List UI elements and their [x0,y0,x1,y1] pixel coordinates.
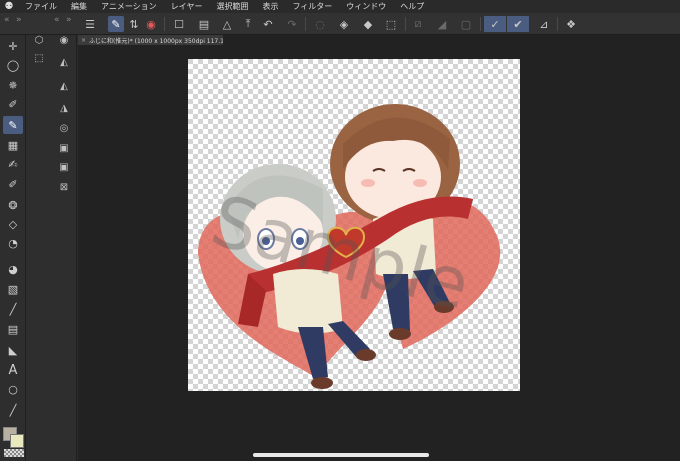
layer-mode-icon[interactable]: ✎ [108,16,124,32]
close-tab-icon[interactable]: × [81,37,86,44]
snap-grid-icon[interactable]: ⊿ [536,16,552,32]
gradient-tool-icon[interactable]: ▧ [3,280,23,298]
redo-icon[interactable]: ↷ [284,16,300,32]
undo-icon[interactable]: ↶ [260,16,276,32]
home-indicator [253,453,429,457]
move-tool-icon[interactable]: ✛ [3,37,23,55]
line-tool-icon[interactable]: ╱ [3,300,23,318]
pattern-tool-icon[interactable]: ▦ [3,136,23,154]
app-logo-icon[interactable]: ⚉ [0,1,18,12]
correction-tool-icon[interactable]: ╱ [3,401,23,419]
quick-mask-icon[interactable]: ▢ [458,16,474,32]
canvas-area[interactable]: × ふじに和(推元)* (1000 x 1000px 350dpi 117.1%… [78,35,680,461]
magic-wand-tool-icon[interactable]: ✵ [3,76,23,94]
collapse-sub-icon[interactable]: « [54,15,60,25]
expand-sub-icon[interactable]: » [66,15,72,25]
layers-icon[interactable]: ⬚ [30,49,48,67]
new-icon[interactable]: ☐ [171,16,187,32]
upload-icon[interactable]: ⤒ [240,16,256,32]
airbrush-tool-icon[interactable]: ❂ [3,196,23,214]
sub-color-swatch[interactable] [10,434,24,448]
menu-icon[interactable]: ☰ [82,16,98,32]
menubar: ⚉ ファイル 編集 アニメーション レイヤー 選択範囲 表示 フィルター ウィン… [0,0,680,13]
canvas-artwork[interactable]: Sample [188,59,520,391]
expand-right-icon[interactable]: » [16,15,22,25]
transparent-color-swatch[interactable] [4,449,24,457]
document-tab[interactable]: × ふじに和(推元)* (1000 x 1000px 350dpi 117.1%… [78,35,223,45]
balloon-tool-icon[interactable]: ○ [3,380,23,398]
spinner-icon[interactable]: ⇅ [126,16,142,32]
crop-icon[interactable]: ⊠ [55,178,73,196]
tile-b-icon[interactable]: ▣ [55,158,73,176]
tile-a-icon[interactable]: ▣ [55,139,73,157]
open-icon[interactable]: ▤ [196,16,212,32]
circle-tool-icon[interactable]: ◎ [55,119,73,137]
gradient-c-icon[interactable]: ◮ [55,99,73,117]
decorate-tool-icon[interactable]: ✐ [3,175,23,193]
fill-tool-icon[interactable]: ◕ [3,260,23,278]
sub-tool-palette: ⬡ ◉ ⬚ ◭ ◭ ◮ ◎ ▣ ▣ ⊠ [26,35,77,461]
frame-tool-icon[interactable]: ▤ [3,320,23,338]
command-bar: « » « » ☰ ✎ ⇅ ◉ ☐ ▤ △ ⤒ ↶ ↷ ◌ ◈ ◆ ⬚ ⧄ ◢ … [0,13,680,35]
menu-window[interactable]: ウィンドウ [339,1,393,12]
menu-animation[interactable]: アニメーション [94,1,164,12]
collapse-left-icon[interactable]: « [4,15,10,25]
menu-edit[interactable]: 編集 [64,1,94,12]
blend-tool-icon[interactable]: ◔ [3,234,23,252]
snap-ruler-icon[interactable]: ✓ [484,16,506,32]
record-icon[interactable]: ◉ [143,16,159,32]
tool-palette: ✛ ◯ ✵ ✐ ✎ ▦ ✍ ✐ ❂ ◇ ◔ ◕ ▧ ╱ ▤ ◣ A ○ ╱ [0,35,26,461]
select-all-icon[interactable]: ⬚ [383,16,399,32]
text-tool-icon[interactable]: A [3,361,23,379]
menu-view[interactable]: 表示 [255,1,285,12]
menu-file[interactable]: ファイル [18,1,64,12]
menu-filter[interactable]: フィルター [285,1,339,12]
menu-help[interactable]: ヘルプ [393,1,431,12]
quick-access-icon[interactable]: ❖ [563,16,579,32]
lasso-tool-icon[interactable]: ◯ [3,56,23,74]
invert-icon[interactable]: ⧄ [410,16,426,32]
view-eye-icon[interactable]: ◉ [55,31,73,49]
transform-icon[interactable]: ◆ [360,16,376,32]
pen-tool-icon[interactable]: ✎ [3,116,23,134]
brush-tool-icon[interactable]: ✍ [3,155,23,173]
document-tab-label: ふじに和(推元)* (1000 x 1000px 350dpi 117.1%) [89,37,223,45]
deselect-icon[interactable]: ◢ [434,16,450,32]
eraser-tool-icon[interactable]: ◇ [3,215,23,233]
menu-selection[interactable]: 選択範囲 [209,1,255,12]
gradient-a-icon[interactable]: ◭ [55,53,73,71]
figure-tool-icon[interactable]: ◣ [3,341,23,359]
fill-icon[interactable]: ◈ [336,16,352,32]
menu-layer[interactable]: レイヤー [164,1,210,12]
save-icon[interactable]: △ [219,16,235,32]
clear-icon[interactable]: ◌ [312,16,328,32]
eyedropper-tool-icon[interactable]: ✐ [3,95,23,113]
gradient-b-icon[interactable]: ◭ [55,77,73,95]
snap-special-icon[interactable]: ✔ [507,16,529,32]
layer-select-icon[interactable]: ⬡ [30,31,48,49]
